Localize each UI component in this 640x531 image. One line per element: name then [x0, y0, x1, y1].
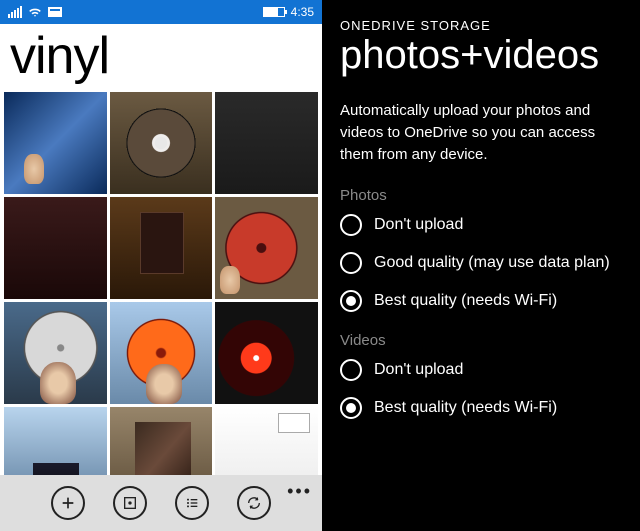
onedrive-settings-screen: ONEDRIVE STORAGE photos+videos Automatic… — [322, 0, 640, 531]
photo-thumbnail[interactable] — [110, 407, 213, 475]
radio-label: Good quality (may use data plan) — [374, 254, 610, 272]
videos-group: Videos Don't upload Best quality (needs … — [340, 332, 640, 419]
radio-icon — [340, 359, 362, 381]
status-bar: 4:35 — [0, 0, 322, 24]
section-label-videos: Videos — [340, 332, 640, 349]
photo-thumbnail[interactable] — [215, 92, 318, 194]
section-label-photos: Photos — [340, 187, 640, 204]
settings-description: Automatically upload your photos and vid… — [340, 100, 640, 165]
radio-label: Best quality (needs Wi-Fi) — [374, 292, 557, 310]
radio-photos-dont-upload[interactable]: Don't upload — [340, 214, 640, 236]
photo-thumbnail[interactable] — [110, 92, 213, 194]
photo-thumbnail[interactable] — [4, 407, 107, 475]
photo-thumbnail[interactable] — [4, 92, 107, 194]
list-button[interactable] — [175, 486, 209, 520]
radio-icon — [340, 214, 362, 236]
photo-thumbnail[interactable] — [215, 407, 318, 475]
radio-photos-best-quality[interactable]: Best quality (needs Wi-Fi) — [340, 290, 640, 312]
photo-thumbnail[interactable] — [110, 197, 213, 299]
photo-grid[interactable] — [0, 92, 322, 475]
radio-label: Don't upload — [374, 216, 463, 234]
settings-header: ONEDRIVE STORAGE — [340, 18, 640, 33]
cell-signal-icon — [8, 6, 22, 18]
album-title: vinyl — [0, 24, 322, 92]
select-button[interactable] — [113, 486, 147, 520]
wifi-icon — [28, 5, 42, 19]
radio-label: Best quality (needs Wi-Fi) — [374, 399, 557, 417]
radio-icon — [340, 252, 362, 274]
status-time: 4:35 — [291, 5, 314, 19]
radio-photos-good-quality[interactable]: Good quality (may use data plan) — [340, 252, 640, 274]
radio-label: Don't upload — [374, 361, 463, 379]
photo-thumbnail[interactable] — [215, 302, 318, 404]
app-bar: ••• — [0, 475, 322, 531]
battery-icon — [263, 7, 285, 17]
settings-title: photos+videos — [340, 33, 640, 78]
radio-icon — [340, 397, 362, 419]
photo-thumbnail[interactable] — [4, 197, 107, 299]
photo-thumbnail[interactable] — [110, 302, 213, 404]
photo-thumbnail[interactable] — [4, 302, 107, 404]
notification-icon — [48, 7, 62, 17]
more-button[interactable]: ••• — [287, 481, 312, 502]
radio-videos-dont-upload[interactable]: Don't upload — [340, 359, 640, 381]
radio-icon — [340, 290, 362, 312]
radio-videos-best-quality[interactable]: Best quality (needs Wi-Fi) — [340, 397, 640, 419]
photo-thumbnail[interactable] — [215, 197, 318, 299]
photos-app-screen: 4:35 vinyl ••• — [0, 0, 322, 531]
add-button[interactable] — [51, 486, 85, 520]
photos-group: Photos Don't upload Good quality (may us… — [340, 187, 640, 312]
sync-button[interactable] — [237, 486, 271, 520]
